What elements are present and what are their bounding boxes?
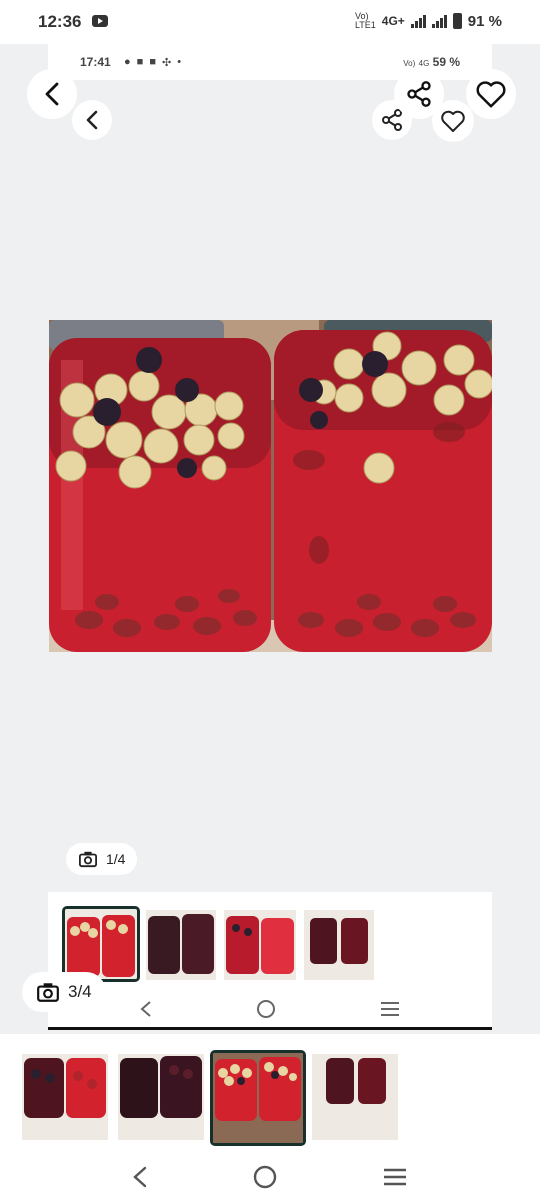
status-time: 12:36 [38,12,82,31]
photo-counter-label: 3/4 [68,982,92,1001]
heart-icon [476,81,506,108]
back-button[interactable] [27,69,77,119]
youtube-icon-2: ■ [149,56,156,68]
thumbnail-3[interactable] [210,1050,306,1146]
inner-thumbnail-4-image [304,910,374,980]
youtube-icon: ■ [136,56,144,68]
dot-icon: • [177,56,182,68]
favorite-button[interactable] [466,69,516,119]
youtube-notification-icon [92,15,108,27]
inner-back-button[interactable] [72,100,112,140]
nav-back-icon[interactable] [132,1166,148,1188]
nav-back-icon[interactable] [139,1000,153,1018]
fan-icon: ✣ [161,57,172,69]
inner-photo-counter-label: 1/4 [106,851,126,867]
inner-notification-icons: ● ■ ■ ✣ • [124,56,181,69]
share-icon [407,81,431,107]
thumbnail-4-image [312,1054,398,1140]
inner-thumbnail-2[interactable] [146,910,216,980]
inner-thumbnail-1-image [65,909,137,979]
main-photo[interactable] [49,320,492,652]
camera-icon [79,851,97,868]
volte-indicator: Vo) LTE1 [354,11,376,30]
thumbnail-3-image [213,1053,303,1143]
inner-thumbnail-2-image [146,910,216,980]
inner-status-right: Vo) 4G 59 % [403,55,460,69]
thumbnail-4[interactable] [312,1054,398,1140]
inner-photo-counter: 1/4 [66,843,138,875]
thumbnail-2-image [118,1054,204,1140]
share-button[interactable] [394,69,444,119]
inner-thumbnail-3[interactable] [224,910,296,980]
status-bar: 12:36 Vo) LTE1 4G+ 91 % [0,0,540,44]
status-right: Vo) LTE1 4G+ 91 % [355,12,502,30]
photo-counter: 3/4 [22,972,106,1012]
inner-thumbnail-1[interactable] [62,906,140,982]
nav-home-icon[interactable] [252,1164,278,1190]
thumbnail-1[interactable] [22,1054,108,1140]
inner-battery: 59 % [432,55,460,69]
network-type: 4G+ [381,14,405,28]
navigation-bar [0,1150,540,1204]
heart-icon [441,110,465,132]
inner-thumbnail-4[interactable] [304,910,374,980]
camera-icon [37,983,59,1002]
nav-recents-icon[interactable] [382,1166,408,1188]
battery-level: 91 % [467,12,502,30]
thumbnail-2[interactable] [118,1054,204,1140]
thumbnail-1-image [22,1054,108,1140]
nav-home-icon[interactable] [255,998,277,1020]
back-arrow-icon [45,82,59,106]
signal-icon-2 [431,14,447,28]
nav-recents-icon[interactable] [379,1000,401,1018]
inner-navigation-bar [48,990,492,1030]
thumbnail-strip [0,1034,540,1150]
inner-status-time: 17:41 [80,55,111,69]
compote-jars-image [49,320,492,652]
battery-icon [452,13,462,29]
back-arrow-icon [86,110,98,130]
message-icon: ● [124,56,131,68]
signal-icon [410,14,426,28]
inner-thumbnail-3-image [224,910,296,980]
